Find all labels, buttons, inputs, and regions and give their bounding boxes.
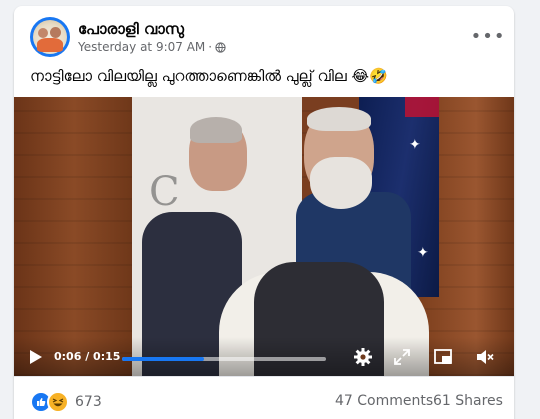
globe-icon[interactable] [215,41,226,53]
reaction-count: 673 [75,394,102,410]
more-options-icon[interactable]: ••• [471,24,505,48]
settings-gear-icon[interactable] [353,347,373,367]
avatar-face-left [38,28,48,38]
post-timestamp[interactable]: Yesterday at 9:07 AM [78,40,205,54]
flag-star: ✦ [409,137,421,153]
post-meta: Yesterday at 9:07 AM · [78,40,226,54]
video-time: 0:06 / 0:15 [54,350,121,363]
video-person-right-hair [307,107,371,131]
avatar-clothes [37,38,63,52]
comments-count[interactable]: 47 Comments [335,393,433,409]
reaction-summary[interactable]: 673 [30,391,102,413]
video-progress-fill [122,357,204,361]
post-header: പോരാളി വാസു Yesterday at 9:07 AM · ••• [14,6,514,64]
shares-count[interactable]: 61 Shares [433,393,503,409]
video-banner-logo: C [149,169,182,215]
page-name[interactable]: പോരാളി വാസു [78,20,184,38]
video-player[interactable]: C ✦ ✦ ✦ 0:06 / 0:15 [14,97,514,376]
avatar-face-right [50,27,61,38]
post-card: പോരാളി വാസു Yesterday at 9:07 AM · ••• ന… [14,6,514,419]
flag-star: ✦ [417,245,429,261]
post-caption: നാട്ടിലോ വിലയില്ല പുറത്താണെങ്കിൽ പുല്ല് … [30,67,388,85]
video-person-left-hair [190,117,242,143]
mute-icon[interactable] [475,347,495,367]
page-avatar[interactable] [30,17,70,57]
avatar-image [33,20,67,54]
flag-union-corner [405,97,439,117]
picture-in-picture-icon[interactable] [433,347,453,367]
video-controls: 0:06 / 0:15 [14,337,514,376]
video-person-right-beard [310,157,372,209]
fullscreen-icon[interactable] [392,347,412,367]
post-footer: 673 47 Comments 61 Shares [14,376,514,419]
meta-separator: · [208,40,213,54]
haha-reaction-icon [47,391,69,413]
video-progress-bar[interactable] [122,357,326,361]
play-icon[interactable] [29,349,43,365]
